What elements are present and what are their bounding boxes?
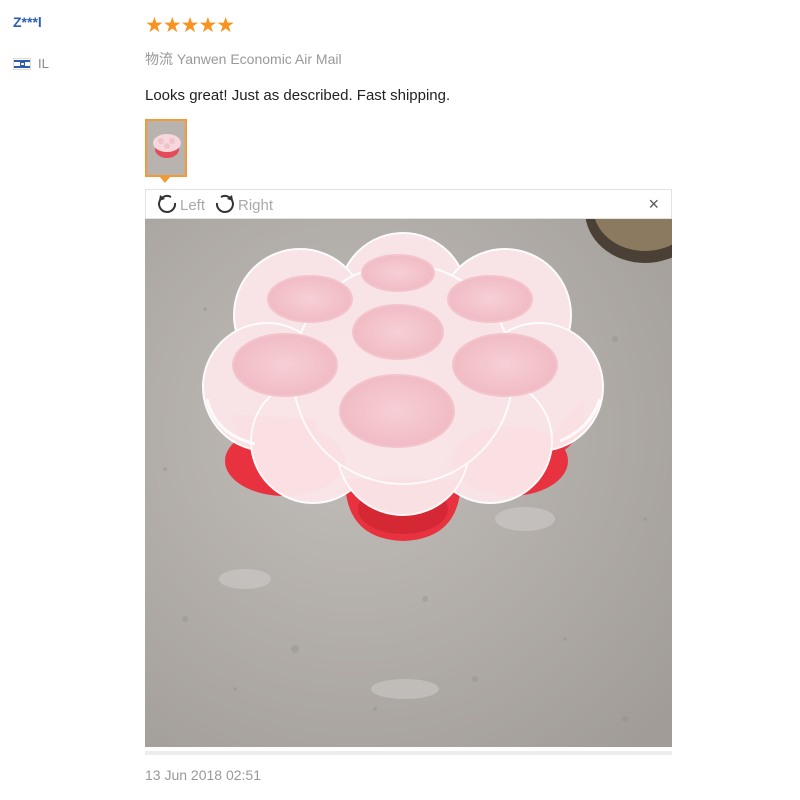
reviewer-name: Z***l xyxy=(13,14,42,30)
rotate-left-button[interactable]: Left xyxy=(156,192,205,218)
review-date: 13 Jun 2018 02:51 xyxy=(145,767,261,783)
israel-flag-icon xyxy=(13,57,31,70)
review-text: Looks great! Just as described. Fast shi… xyxy=(145,87,451,104)
rotate-left-icon xyxy=(156,192,178,218)
rotate-left-label: Left xyxy=(180,196,206,214)
reviewer-country: IL xyxy=(13,56,49,71)
country-code: IL xyxy=(38,56,49,71)
rotate-right-icon xyxy=(214,192,236,218)
rotate-right-label: Right xyxy=(238,196,274,214)
star-rating: ★★★★★ xyxy=(145,14,235,37)
thumbnail-selected-pointer xyxy=(159,176,171,183)
rotate-right-button[interactable]: Right xyxy=(214,192,273,218)
review-photo xyxy=(145,219,672,755)
review-photo-thumbnail[interactable] xyxy=(145,119,187,177)
photo-viewer-toolbar: Left Right × xyxy=(145,189,672,219)
close-viewer-button[interactable]: × xyxy=(648,194,659,214)
logistics-info: 物流 Yanwen Economic Air Mail xyxy=(145,51,342,67)
close-icon: × xyxy=(648,194,659,214)
